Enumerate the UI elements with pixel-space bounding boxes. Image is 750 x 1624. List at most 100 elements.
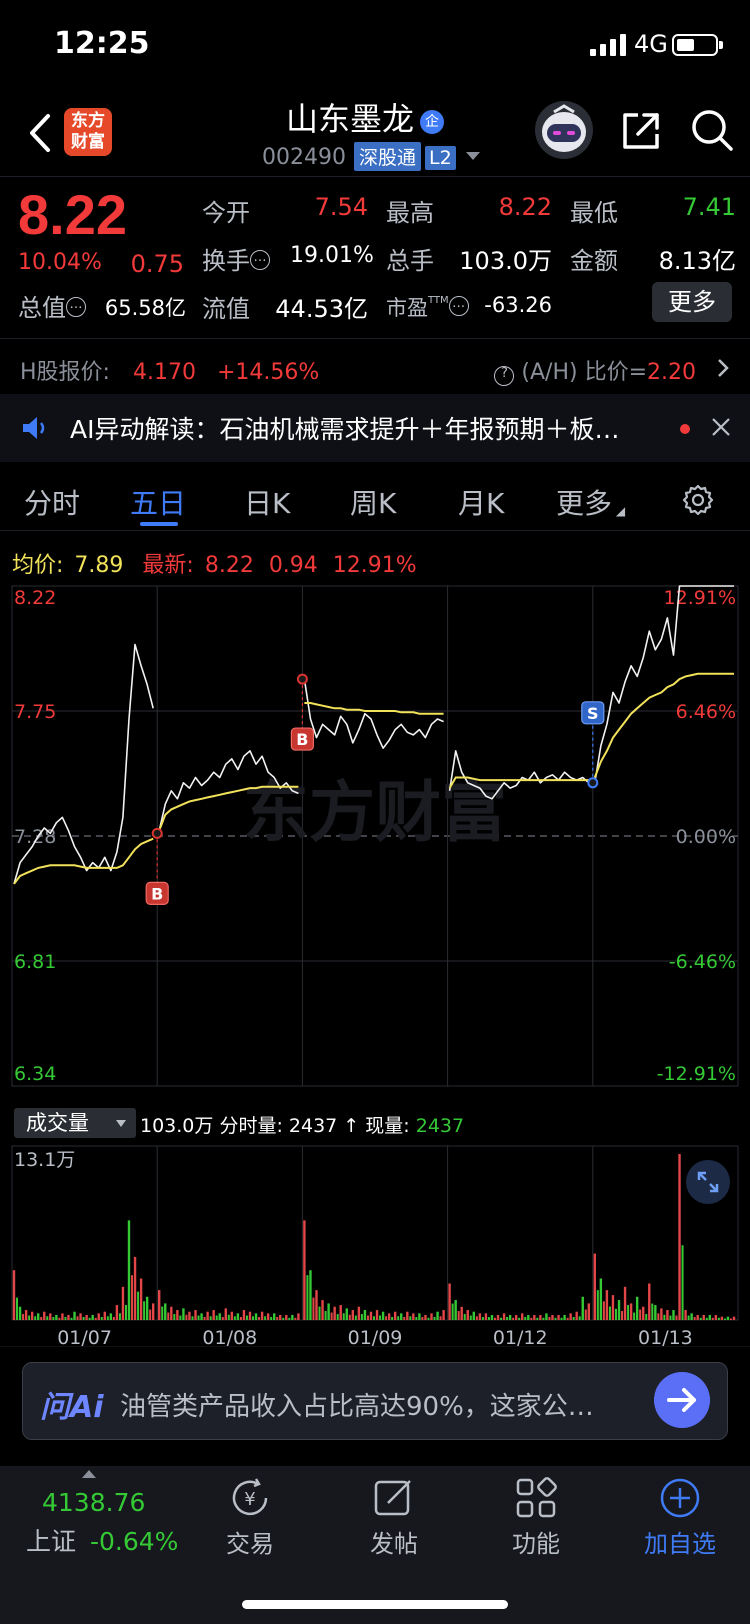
avg-label: 均价: [12, 553, 64, 578]
ah-value: 2.20 [647, 360, 696, 385]
ai-insight-text[interactable]: AI异动解读：石油机械需求提升＋年报预期＋板… [70, 410, 650, 446]
ask-ai-logo: 问Ai [40, 1390, 104, 1425]
market-cap-label: 总值… [18, 288, 86, 323]
five-day-price-chart[interactable]: 东方财富8.22 12.91%7.75 6.46%7.28 0.00%6.81 -6.4… [0, 580, 750, 1110]
trade-mark-label: B [296, 730, 308, 749]
h-share-label: H股报价: [20, 360, 110, 385]
y-axis-label-right: 0.00% [676, 826, 736, 848]
trade-mark-dot [151, 827, 163, 839]
current-volume-value: 2437 [415, 1115, 465, 1137]
arrow-right-icon[interactable] [654, 1372, 710, 1428]
info-icon[interactable]: … [250, 250, 270, 270]
latest-pct: 12.91% [332, 553, 417, 578]
nav-trade-label[interactable]: 交易 [190, 1524, 310, 1559]
nav-add-watchlist-label[interactable]: 加自选 [620, 1524, 740, 1559]
edit-post-icon[interactable] [372, 1476, 416, 1520]
share-icon[interactable] [620, 110, 662, 152]
latest-value: 8.22 [204, 553, 254, 578]
tab-monthly-k[interactable]: 月K [458, 482, 504, 522]
y-axis-label-left: 8.22 [14, 587, 56, 609]
up-arrow: ↑ [343, 1115, 360, 1137]
stock-code: 002490 [262, 145, 346, 170]
trade-mark-dot [587, 777, 599, 789]
expand-icon[interactable] [686, 1160, 730, 1204]
y-axis-label-left: 6.34 [14, 1063, 56, 1085]
level-tag: L2 [425, 146, 456, 170]
volume-indicator-select[interactable]: 成交量 [14, 1108, 136, 1138]
tab-five-day[interactable]: 五日 [130, 482, 186, 522]
tab-weekly-k[interactable]: 周K [350, 482, 396, 522]
yuan-exchange-icon[interactable]: ¥ [228, 1476, 272, 1520]
grid-apps-icon[interactable] [514, 1476, 558, 1520]
stock-code-row[interactable]: 002490 深股通 L2 [262, 142, 480, 171]
volume-frame [11, 1145, 739, 1321]
add-watchlist-icon[interactable] [658, 1476, 702, 1520]
chart-summary: 均价: 7.89 最新: 8.22 0.94 12.91% [12, 547, 417, 579]
avg-value: 7.89 [74, 553, 124, 578]
float-cap-label: 流值 [202, 295, 250, 323]
ah-ratio[interactable]: ? (A/H) 比价=2.20 [494, 354, 696, 386]
search-icon[interactable] [690, 108, 734, 152]
cellular-signal-icon [590, 34, 626, 56]
y-axis-label-left: 7.75 [14, 701, 56, 723]
open-label: 今开 [202, 199, 250, 227]
low-label: 最低 [570, 199, 618, 227]
nav-function-label[interactable]: 功能 [476, 1524, 596, 1559]
avg-price-line [304, 702, 444, 715]
index-value[interactable]: 4138.76 [42, 1488, 145, 1517]
current-volume-label: 现量: [365, 1115, 410, 1137]
y-axis-label-right: 12.91% [664, 587, 736, 609]
info-icon[interactable]: … [448, 296, 469, 316]
unread-dot [680, 424, 690, 434]
index-name-row[interactable]: 上证 -0.64% [26, 1522, 178, 1558]
volume-chart[interactable]: 13.1万01/07 01/08 01/09 01/12 01/13 [0, 1140, 750, 1350]
info-icon[interactable]: … [66, 297, 86, 317]
trade-mark-label: S [587, 704, 599, 723]
enterprise-badge: 企 [420, 110, 444, 134]
tab-daily-k[interactable]: 日K [244, 482, 290, 522]
amount-label: 金额 [570, 247, 618, 275]
minute-volume-label: 分时量: [219, 1115, 283, 1137]
network-type: 4G [634, 30, 668, 58]
chevron-right-icon[interactable] [716, 357, 730, 379]
volume-total: 103.0万 [140, 1115, 214, 1137]
avg-price-line [593, 672, 734, 778]
latest-label: 最新: [142, 553, 194, 578]
amount-value: 8.13亿 [658, 247, 736, 275]
chevron-up-icon[interactable] [82, 1470, 96, 1478]
change-percent: 10.04% [18, 250, 102, 275]
h-share-row[interactable]: H股报价: 4.170 +14.56% [20, 354, 319, 386]
close-icon[interactable] [710, 416, 732, 438]
home-indicator [242, 1600, 508, 1609]
ai-robot-avatar-icon[interactable] [534, 100, 594, 160]
y-axis-label-right: 6.46% [676, 701, 736, 723]
low-value: 7.41 [682, 193, 736, 221]
nav-post-label[interactable]: 发帖 [334, 1524, 454, 1559]
more-button[interactable]: 更多 [652, 282, 732, 322]
pe-label: 市盈TTM… [386, 292, 469, 322]
change-amount: 0.75 [130, 250, 184, 278]
stock-name: 山东墨龙 [285, 100, 414, 138]
tab-intraday[interactable]: 分时 [24, 482, 80, 522]
trade-mark-label: B [151, 884, 163, 903]
minute-volume-value: 2437 [288, 1115, 338, 1137]
y-axis-label-left: 7.28 [14, 826, 56, 848]
turnover-label: 换手… [202, 241, 270, 276]
volume-max-label: 13.1万 [14, 1149, 75, 1171]
volume-value: 103.0万 [459, 247, 552, 275]
ah-label: (A/H) 比价= [521, 360, 648, 385]
high-value: 8.22 [498, 193, 552, 221]
ask-ai-prompt[interactable]: 油管类产品收入占比高达90%，这家公… [120, 1386, 640, 1423]
trade-mark-dot [296, 673, 308, 685]
tab-more[interactable]: 更多 ◢ [556, 482, 625, 522]
volume-info: 103.0万 分时量: 2437 ↑ 现量: 2437 [140, 1111, 464, 1138]
battery-icon [672, 34, 723, 56]
active-tab-indicator [140, 522, 178, 526]
latest-change: 0.94 [268, 553, 318, 578]
help-icon: ? [494, 366, 515, 386]
gear-icon[interactable] [682, 484, 714, 516]
market-tag: 深股通 [353, 142, 421, 171]
open-value: 7.54 [314, 193, 368, 221]
h-share-price: 4.170 [132, 360, 196, 385]
turnover-value: 19.01% [290, 243, 374, 268]
